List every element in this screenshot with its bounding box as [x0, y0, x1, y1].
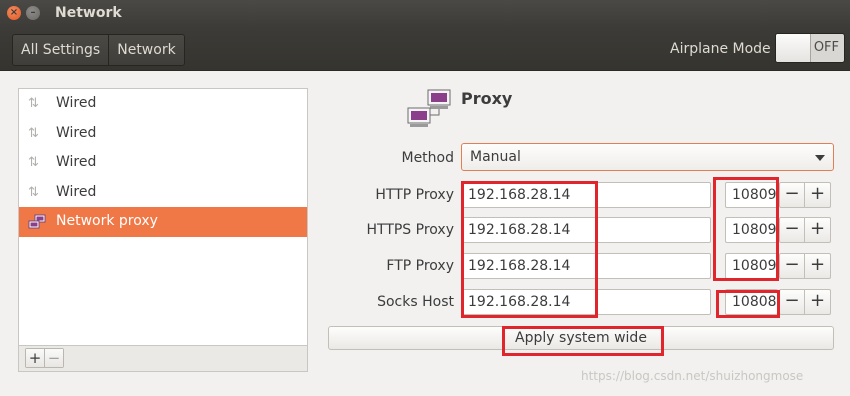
- network-wired-icon: ⇅: [28, 125, 39, 141]
- remove-device-button[interactable]: −: [44, 349, 63, 367]
- socks-port-increment-button[interactable]: +: [805, 289, 831, 315]
- minimize-icon: –: [30, 7, 36, 18]
- device-list: ⇅ Wired ⇅ Wired ⇅ Wired ⇅ Wired Network …: [18, 88, 308, 346]
- device-item-label: Network proxy: [56, 213, 158, 229]
- https-proxy-host-input[interactable]: 192.168.28.14: [461, 217, 711, 243]
- ftp-port-decrement-button[interactable]: −: [779, 253, 805, 279]
- ftp-proxy-label: FTP Proxy: [386, 258, 454, 274]
- ftp-proxy-port-input[interactable]: 10809: [725, 253, 778, 279]
- add-device-button[interactable]: +: [26, 349, 44, 367]
- device-item-wired[interactable]: ⇅ Wired: [19, 89, 307, 119]
- title-bar: × – Network: [0, 0, 850, 28]
- device-item-label: Wired: [56, 183, 97, 200]
- http-port-increment-button[interactable]: +: [805, 182, 831, 208]
- socks-host-label: Socks Host: [377, 294, 454, 310]
- watermark: https://blog.csdn.net/shuizhongmose: [581, 369, 804, 383]
- method-value: Manual: [470, 149, 521, 165]
- ftp-proxy-host-input[interactable]: 192.168.28.14: [461, 253, 711, 279]
- device-list-toolbar: + −: [18, 346, 308, 372]
- device-item-label: Wired: [56, 154, 97, 170]
- socks-host-input[interactable]: 192.168.28.14: [461, 289, 711, 315]
- device-item-wired[interactable]: ⇅ Wired: [19, 178, 307, 208]
- http-proxy-label: HTTP Proxy: [375, 187, 454, 203]
- window-title: Network: [55, 5, 122, 21]
- ftp-port-increment-button[interactable]: +: [805, 253, 831, 279]
- breadcrumb-network[interactable]: Network: [108, 35, 184, 65]
- airplane-mode-switch[interactable]: OFF: [775, 33, 845, 63]
- switch-knob[interactable]: [776, 34, 811, 62]
- breadcrumb-all-settings[interactable]: All Settings: [13, 35, 109, 65]
- minimize-window-button[interactable]: –: [26, 6, 40, 20]
- https-proxy-port-input[interactable]: 10809: [725, 217, 778, 243]
- method-select[interactable]: Manual: [461, 143, 834, 171]
- header-bar: All Settings Network Airplane Mode OFF: [0, 28, 850, 71]
- add-remove-group: + −: [25, 348, 64, 368]
- network-proxy-icon: [28, 214, 46, 230]
- breadcrumb: All Settings Network: [12, 34, 185, 66]
- airplane-mode-label: Airplane Mode: [670, 41, 771, 57]
- switch-state-label: OFF: [813, 40, 839, 55]
- https-port-decrement-button[interactable]: −: [779, 217, 805, 243]
- socks-port-decrement-button[interactable]: −: [779, 289, 805, 315]
- device-item-label: Wired: [56, 124, 97, 141]
- chevron-down-icon: [815, 155, 825, 161]
- network-wired-icon: ⇅: [28, 155, 39, 170]
- http-proxy-port-input[interactable]: 10809: [725, 182, 778, 208]
- close-icon: ×: [9, 7, 19, 18]
- https-proxy-label: HTTPS Proxy: [366, 222, 454, 238]
- network-wired-icon: ⇅: [28, 96, 39, 111]
- device-item-wired[interactable]: ⇅ Wired: [19, 119, 307, 149]
- method-label: Method: [401, 150, 454, 166]
- device-item-network-proxy[interactable]: Network proxy: [19, 207, 307, 237]
- network-wired-icon: ⇅: [28, 184, 39, 200]
- proxy-title: Proxy: [461, 89, 513, 108]
- device-item-wired[interactable]: ⇅ Wired: [19, 148, 307, 178]
- https-port-increment-button[interactable]: +: [805, 217, 831, 243]
- socks-port-input[interactable]: 10808: [725, 289, 778, 315]
- http-proxy-host-input[interactable]: 192.168.28.14: [461, 182, 711, 208]
- device-item-label: Wired: [56, 95, 97, 111]
- close-window-button[interactable]: ×: [7, 6, 21, 20]
- apply-system-wide-button[interactable]: Apply system wide: [328, 326, 834, 350]
- network-proxy-large-icon: [406, 88, 452, 132]
- http-port-decrement-button[interactable]: −: [779, 182, 805, 208]
